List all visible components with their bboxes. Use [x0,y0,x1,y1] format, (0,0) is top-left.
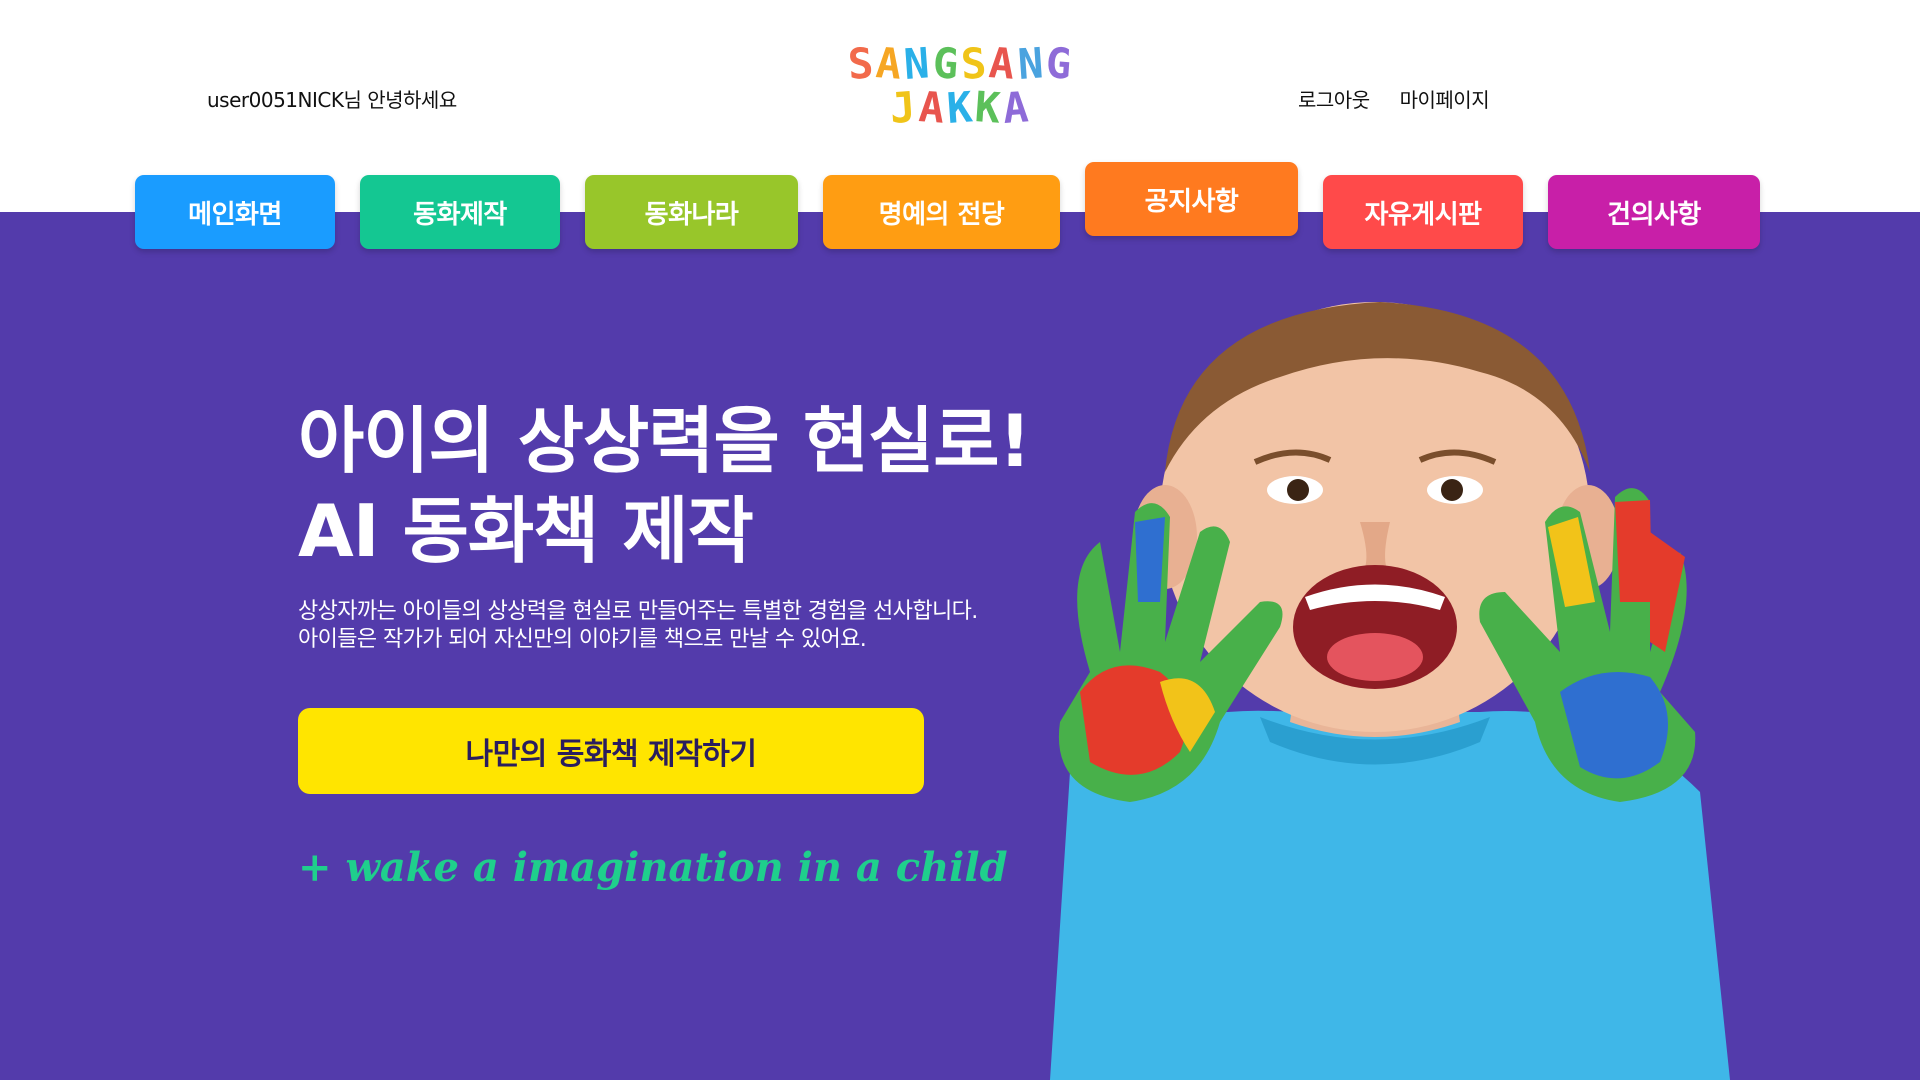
hero-title-line2: AI 동화책 제작 [298,489,754,573]
hero-description: 상상자까는 아이들의 상상력을 현실로 만들어주는 특별한 경험을 선사합니다.… [298,598,978,654]
main-nav: 메인화면 동화제작 동화나라 명예의 전당 공지사항 자유게시판 건의사항 [0,0,1920,260]
nav-story-land[interactable]: 동화나라 [585,175,798,249]
nav-main[interactable]: 메인화면 [135,175,335,249]
hero-section: 아이의 상상력을 현실로! AI 동화책 제작 상상자까는 아이들의 상상력을 … [0,212,1920,1080]
nav-create-story[interactable]: 동화제작 [360,175,560,249]
hero-desc-line1: 상상자까는 아이들의 상상력을 현실로 만들어주는 특별한 경험을 선사합니다. [298,599,978,624]
child-painted-hands-image [1050,302,1730,1080]
nav-notice[interactable]: 공지사항 [1085,162,1298,236]
hero-desc-line2: 아이들은 작가가 되어 자신만의 이야기를 책으로 만날 수 있어요. [298,627,867,652]
hero-title-line1: 아이의 상상력을 현실로! [298,399,1031,483]
hero-tagline: + wake a imagination in a child [298,844,1008,891]
nav-suggestions[interactable]: 건의사항 [1548,175,1760,249]
nav-hall-of-fame[interactable]: 명예의 전당 [823,175,1060,249]
nav-free-board[interactable]: 자유게시판 [1323,175,1523,249]
create-storybook-button[interactable]: 나만의 동화책 제작하기 [298,708,924,794]
hero-title: 아이의 상상력을 현실로! AI 동화책 제작 [298,396,1031,576]
